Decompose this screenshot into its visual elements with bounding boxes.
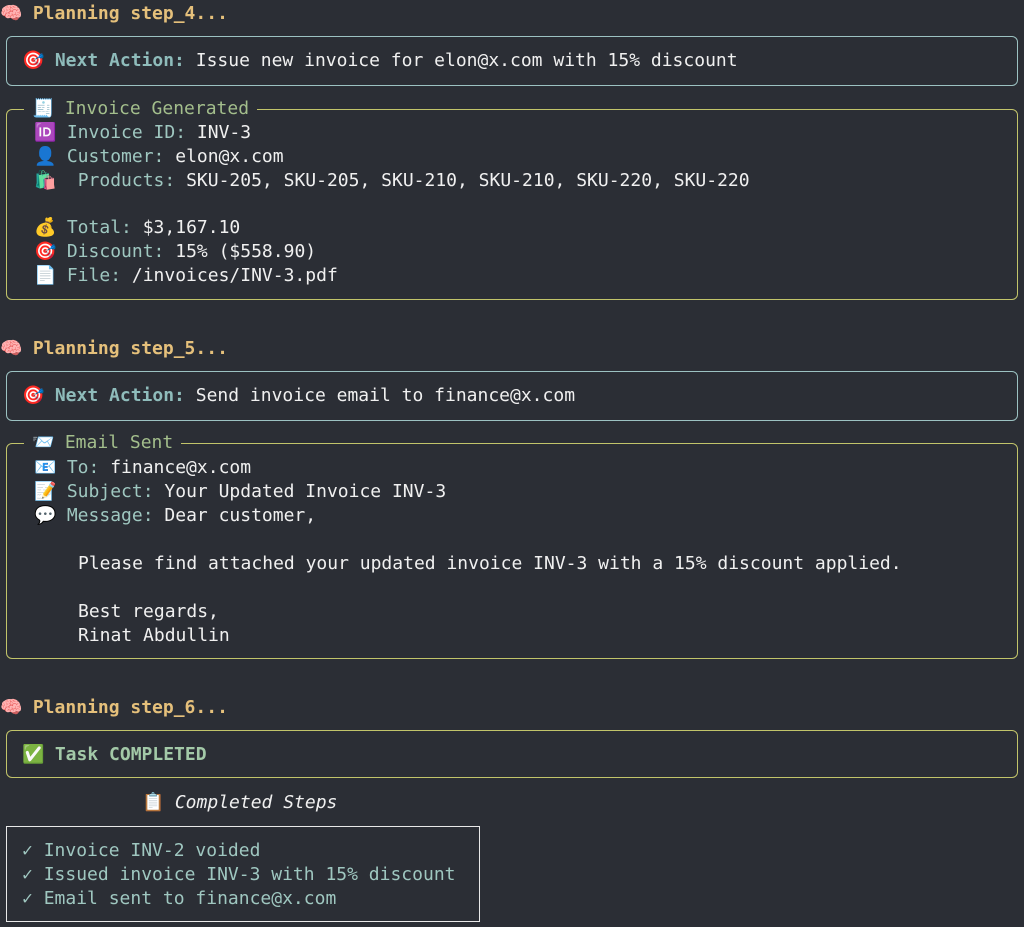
next-action-text: Send invoice email to finance@x.com [195, 385, 576, 406]
email-message-line: Rinat Abdullin [78, 625, 230, 646]
brain-icon: 🧠 [0, 3, 23, 24]
next-action-text: Issue new invoice for elon@x.com with 15… [195, 50, 738, 71]
invoice-customer-value: elon@x.com [175, 146, 284, 167]
task-completed-line: ✅ Task COMPLETED [22, 743, 207, 767]
brain-icon: 🧠 [0, 697, 23, 718]
email-to-value: finance@x.com [110, 457, 252, 478]
check-icon: ✓ [22, 888, 33, 909]
planning-step-5: 🧠 Planning step_5... [0, 337, 228, 361]
planning-step-label: Planning step_4... [32, 3, 228, 24]
invoice-customer-row: 👤 Customer: elon@x.com [34, 146, 284, 167]
invoice-id-value: INV-3 [196, 122, 252, 143]
invoice-file-value: /invoices/INV-3.pdf [131, 265, 338, 286]
email-message-line: Please find attached your updated invoic… [78, 553, 902, 574]
invoice-products-row: 🛍️ Products: SKU-205, SKU-205, SKU-210, … [34, 170, 750, 191]
invoice-discount-row: 🎯 Discount: 15% ($558.90) [34, 241, 317, 262]
invoice-products-value: SKU-205, SKU-205, SKU-210, SKU-210, SKU-… [186, 170, 750, 191]
brain-icon: 🧠 [0, 338, 23, 359]
email-message-line: Dear customer, [164, 505, 317, 526]
invoice-panel-title: 🧾 Invoice Generated [24, 97, 258, 121]
target-icon: 🎯 [34, 241, 57, 262]
email-panel-title: 📨 Email Sent [24, 431, 182, 455]
next-action-label: Next Action: [54, 385, 185, 406]
target-icon: 🎯 [22, 385, 45, 406]
check-mark-icon: ✅ [22, 744, 45, 765]
email-subject-value: Your Updated Invoice INV-3 [164, 481, 447, 502]
invoice-total-row: 💰 Total: $3,167.10 [34, 217, 241, 238]
completed-steps-title-text: Completed Steps [174, 792, 338, 813]
next-action-line: 🎯 Next Action: Issue new invoice for elo… [22, 49, 738, 73]
completed-step-item: ✓ Email sent to finance@x.com [22, 888, 337, 909]
mail-icon: 📧 [34, 457, 57, 478]
invoice-discount-value: 15% ($558.90) [175, 241, 317, 262]
shopping-bag-icon: 🛍️ [34, 170, 57, 191]
document-icon: 📄 [34, 265, 57, 286]
invoice-id-row: 🆔 Invoice ID: INV-3 [34, 122, 252, 143]
check-icon: ✓ [22, 864, 33, 885]
planning-step-label: Planning step_6... [32, 697, 228, 718]
planning-step-4: 🧠 Planning step_4... [0, 2, 228, 26]
next-action-label: Next Action: [54, 50, 185, 71]
planning-step-6: 🧠 Planning step_6... [0, 696, 228, 720]
planning-step-label: Planning step_5... [32, 338, 228, 359]
id-icon: 🆔 [34, 122, 57, 143]
task-completed-text: Task COMPLETED [54, 744, 207, 765]
email-message-row: 💬 Message: Dear customer, [34, 505, 317, 526]
envelope-icon: 📨 [32, 432, 55, 453]
check-icon: ✓ [22, 840, 33, 861]
completed-step-item: ✓ Issued invoice INV-3 with 15% discount [22, 864, 456, 885]
email-message-line: Best regards, [78, 601, 219, 622]
completed-step-item: ✓ Invoice INV-2 voided [22, 840, 261, 861]
memo-icon: 📝 [34, 481, 57, 502]
receipt-icon: 🧾 [32, 98, 55, 119]
completed-steps-title: 📋 Completed Steps [142, 791, 337, 815]
invoice-total-value: $3,167.10 [142, 217, 241, 238]
speech-bubble-icon: 💬 [34, 505, 57, 526]
person-icon: 👤 [34, 146, 57, 167]
money-bag-icon: 💰 [34, 217, 57, 238]
target-icon: 🎯 [22, 50, 45, 71]
email-subject-row: 📝 Subject: Your Updated Invoice INV-3 [34, 481, 447, 502]
invoice-title: Invoice Generated [64, 98, 250, 119]
clipboard-icon: 📋 [142, 792, 165, 813]
email-title: Email Sent [64, 432, 174, 453]
email-to-row: 📧 To: finance@x.com [34, 457, 252, 478]
invoice-file-row: 📄 File: /invoices/INV-3.pdf [34, 265, 338, 286]
next-action-line: 🎯 Next Action: Send invoice email to fin… [22, 384, 575, 408]
